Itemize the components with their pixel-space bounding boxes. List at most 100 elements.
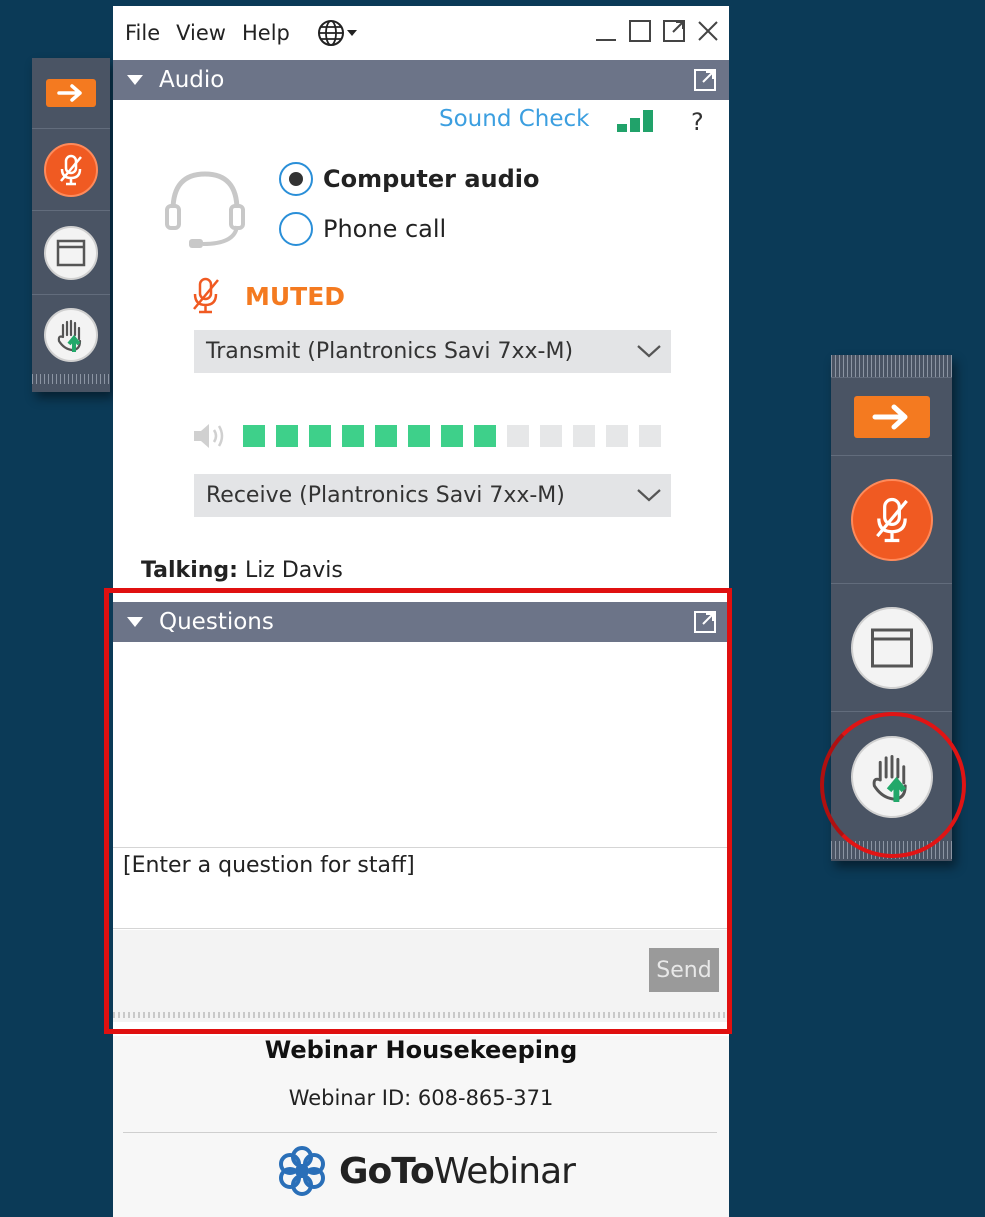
menu-view[interactable]: View bbox=[176, 21, 226, 45]
muted-microphone-icon bbox=[60, 154, 82, 185]
speaker-icon bbox=[194, 424, 224, 448]
mic-cell bbox=[32, 128, 110, 210]
talking-indicator: Talking: Liz Davis bbox=[141, 558, 343, 583]
maximize-button[interactable] bbox=[627, 18, 653, 44]
questions-section-header[interactable]: Questions bbox=[113, 602, 729, 642]
arrow-right-icon bbox=[57, 84, 82, 102]
screen-cell bbox=[831, 583, 952, 711]
level-segment bbox=[639, 425, 661, 447]
level-segment bbox=[606, 425, 628, 447]
level-segment bbox=[375, 425, 397, 447]
send-button[interactable]: Send bbox=[649, 948, 719, 992]
computer-audio-label: Computer audio bbox=[323, 165, 540, 193]
screen-cell bbox=[32, 210, 110, 294]
headset-icon bbox=[165, 171, 245, 248]
computer-audio-option[interactable]: Computer audio bbox=[279, 162, 540, 196]
computer-audio-radio[interactable] bbox=[279, 162, 313, 196]
expand-cell bbox=[32, 58, 110, 128]
questions-panel: Questions Send bbox=[113, 602, 729, 1026]
level-segment bbox=[408, 425, 430, 447]
undock-button[interactable] bbox=[661, 18, 687, 44]
show-screen-button[interactable] bbox=[44, 225, 98, 280]
chevron-down-icon bbox=[637, 489, 661, 502]
muted-microphone-icon bbox=[875, 497, 908, 542]
hand-cell bbox=[32, 294, 110, 374]
webinar-footer: Webinar Housekeeping Webinar ID: 608-865… bbox=[113, 1036, 729, 1217]
expand-cell bbox=[831, 377, 952, 455]
signal-strength-icon bbox=[617, 110, 653, 132]
transmit-device-value: Transmit (Plantronics Savi 7xx-M) bbox=[206, 339, 574, 364]
window-controls bbox=[593, 18, 721, 44]
audio-help-button[interactable]: ? bbox=[691, 108, 704, 136]
minimize-icon bbox=[596, 39, 616, 41]
logo-text-webinar: Webinar bbox=[433, 1150, 576, 1192]
transmit-device-select[interactable]: Transmit (Plantronics Savi 7xx-M) bbox=[194, 330, 671, 373]
toolbar-grip[interactable] bbox=[32, 374, 110, 384]
mute-status: MUTED bbox=[191, 276, 345, 316]
phone-call-label: Phone call bbox=[323, 215, 447, 243]
question-input[interactable] bbox=[113, 849, 729, 929]
level-segment bbox=[474, 425, 496, 447]
globe-icon bbox=[317, 20, 344, 46]
gotowebinar-logo: GoToWebinar bbox=[275, 1144, 576, 1198]
level-segment bbox=[540, 425, 562, 447]
audio-panel: Sound Check ? Computer audio Phone call bbox=[113, 100, 729, 590]
popout-icon[interactable] bbox=[693, 610, 717, 634]
questions-actions: Send bbox=[113, 930, 729, 1022]
muted-microphone-icon[interactable] bbox=[191, 276, 221, 316]
mute-toggle-button[interactable] bbox=[850, 478, 933, 561]
level-segment bbox=[342, 425, 364, 447]
caret-down-icon bbox=[346, 30, 357, 36]
close-icon bbox=[698, 21, 718, 41]
minimize-button[interactable] bbox=[593, 18, 619, 44]
webinar-title: Webinar Housekeeping bbox=[264, 1036, 578, 1064]
raise-hand-button[interactable] bbox=[44, 307, 98, 362]
show-screen-button[interactable] bbox=[850, 606, 933, 689]
expand-panel-button[interactable] bbox=[853, 395, 930, 438]
questions-header-label: Questions bbox=[159, 609, 274, 635]
footer-divider bbox=[123, 1132, 717, 1133]
raise-hand-icon bbox=[57, 319, 82, 352]
audio-section-header[interactable]: Audio bbox=[113, 60, 729, 100]
questions-log[interactable] bbox=[113, 642, 729, 848]
receive-device-value: Receive (Plantronics Savi 7xx-M) bbox=[206, 483, 565, 508]
resize-grip[interactable] bbox=[113, 1012, 729, 1018]
maximize-icon bbox=[629, 20, 651, 42]
level-segment bbox=[276, 425, 298, 447]
language-menu[interactable] bbox=[316, 18, 358, 48]
expand-panel-button[interactable] bbox=[46, 79, 96, 107]
phone-call-option[interactable]: Phone call bbox=[279, 212, 446, 246]
talking-name: Liz Davis bbox=[244, 558, 343, 583]
webinar-id: Webinar ID: 608-865-371 bbox=[288, 1086, 554, 1110]
speaker-level-row bbox=[191, 420, 661, 452]
level-segment bbox=[573, 425, 595, 447]
menu-bar: File View Help bbox=[113, 6, 729, 60]
level-segment bbox=[243, 425, 265, 447]
logo-text: GoToWebinar bbox=[339, 1150, 576, 1192]
window-icon bbox=[870, 628, 913, 667]
chevron-down-icon bbox=[637, 345, 661, 358]
phone-call-radio[interactable] bbox=[279, 212, 313, 246]
close-button[interactable] bbox=[695, 18, 721, 44]
popout-icon[interactable] bbox=[693, 68, 717, 92]
popout-icon bbox=[663, 20, 685, 42]
sound-check-link[interactable]: Sound Check bbox=[439, 106, 590, 132]
receive-device-select[interactable]: Receive (Plantronics Savi 7xx-M) bbox=[194, 474, 671, 517]
audio-header-label: Audio bbox=[159, 67, 225, 93]
level-segment bbox=[507, 425, 529, 447]
speaker-level-meter bbox=[243, 425, 661, 447]
arrow-right-icon bbox=[872, 404, 907, 429]
control-panel-window: File View Help Audio Sound Check ? Compu… bbox=[113, 6, 729, 1217]
menu-help[interactable]: Help bbox=[242, 21, 290, 45]
menu-file[interactable]: File bbox=[125, 21, 160, 45]
logo-text-go: GoTo bbox=[339, 1150, 435, 1192]
gotowebinar-flower-icon bbox=[279, 1146, 325, 1196]
mute-toggle-button[interactable] bbox=[44, 142, 98, 197]
muted-label: MUTED bbox=[245, 281, 346, 311]
collapse-triangle-icon bbox=[127, 75, 143, 85]
control-panel-tab-left bbox=[32, 58, 110, 392]
raise-hand-highlight-circle bbox=[820, 712, 966, 858]
level-segment bbox=[441, 425, 463, 447]
collapse-triangle-icon bbox=[127, 617, 143, 627]
toolbar-grip[interactable] bbox=[831, 355, 952, 377]
